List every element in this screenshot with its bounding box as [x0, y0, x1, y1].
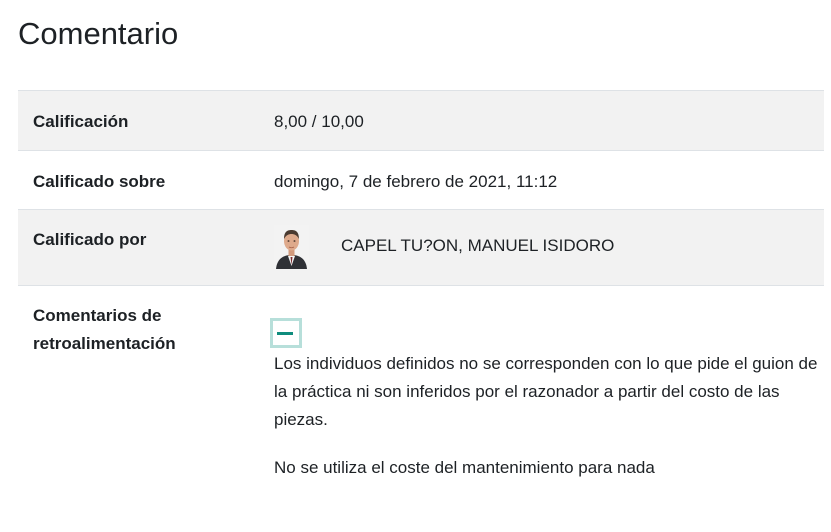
- graded-on-label: Calificado sobre: [33, 172, 166, 191]
- grader-name: CAPEL TU?ON, MANUEL ISIDORO: [341, 236, 615, 255]
- grade-row: Calificación 8,00 / 10,00: [18, 90, 824, 150]
- feedback-comments-row: Comentarios de retroalimentación Los ind…: [18, 285, 824, 506]
- graded-by-label: Calificado por: [33, 230, 147, 249]
- feedback-paragraph: No se utiliza el coste del mantenimiento…: [274, 458, 655, 477]
- feedback-table: Calificación 8,00 / 10,00 Calificado sob…: [18, 90, 824, 506]
- grader-avatar[interactable]: [274, 225, 309, 269]
- grade-value: 8,00 / 10,00: [274, 112, 364, 131]
- graded-by-row: Calificado por CAPEL TU?ON, MANUEL ISIDO…: [18, 209, 824, 285]
- user-photo-icon: [274, 225, 309, 269]
- minus-icon: [277, 332, 293, 335]
- collapse-feedback-button[interactable]: [270, 318, 302, 348]
- feedback-page: Comentario Calificación 8,00 / 10,00 Cal…: [0, 0, 831, 532]
- feedback-paragraph: Los individuos definidos no se correspon…: [274, 354, 818, 429]
- graded-on-value: domingo, 7 de febrero de 2021, 11:12: [274, 172, 558, 191]
- graded-on-row: Calificado sobre domingo, 7 de febrero d…: [18, 150, 824, 209]
- feedback-text: Los individuos definidos no se correspon…: [274, 350, 822, 502]
- feedback-comments-label: Comentarios de retroalimentación: [33, 306, 176, 353]
- grade-label: Calificación: [33, 112, 129, 131]
- page-title: Comentario: [18, 16, 179, 51]
